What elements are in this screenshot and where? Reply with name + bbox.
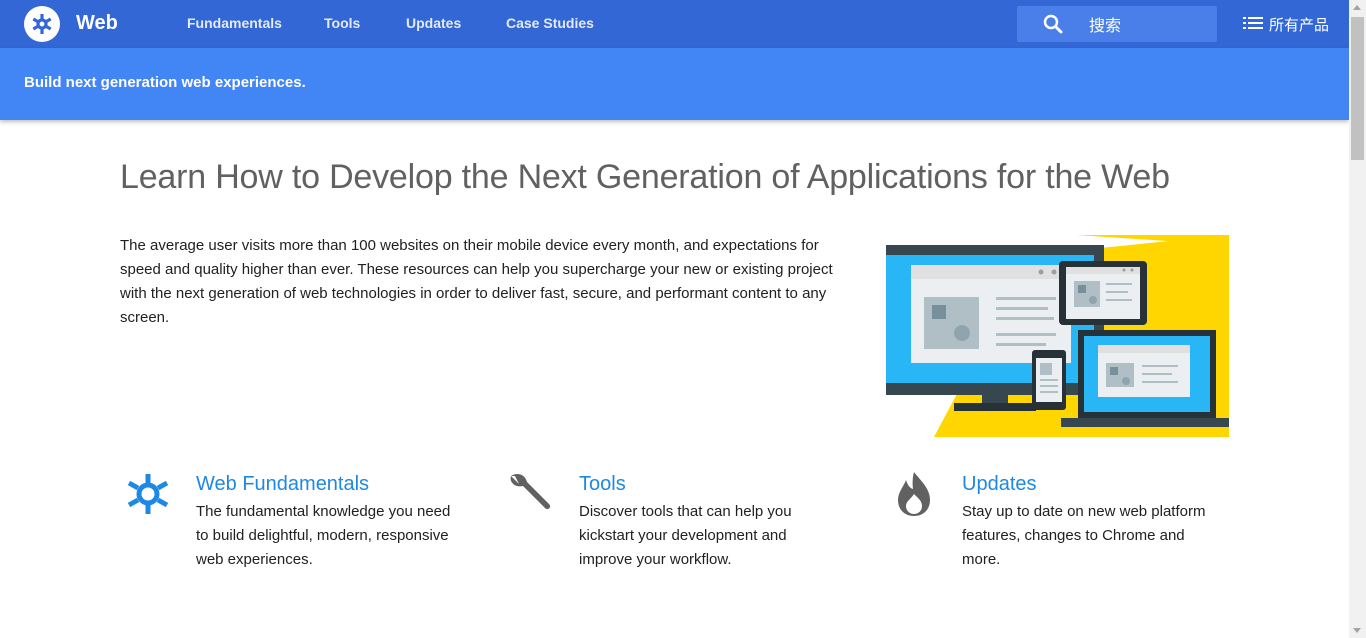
feature-description: The fundamental knowledge you need to bu…: [196, 503, 451, 568]
page: Web Fundamentals Tools Updates Case Stud…: [0, 0, 1366, 638]
all-products-label: 所有产品: [1269, 16, 1330, 34]
feature-description: Discover tools that can help you kicksta…: [579, 503, 792, 568]
flame-icon: [886, 470, 942, 525]
nav-fundamentals[interactable]: Fundamentals: [187, 15, 282, 31]
feature-title[interactable]: Tools: [579, 473, 626, 496]
page-title: Learn How to Develop the Next Generation…: [120, 158, 1170, 196]
site-brand[interactable]: Web: [76, 12, 118, 35]
scroll-down-icon[interactable]: [1353, 628, 1361, 633]
devices-illustration: [886, 235, 1229, 437]
top-app-bar: Web Fundamentals Tools Updates Case Stud…: [0, 0, 1349, 48]
search-input[interactable]: [1087, 12, 1211, 38]
vertical-scrollbar[interactable]: [1349, 0, 1366, 638]
asterisk-icon: [120, 470, 176, 525]
wrench-icon: [503, 470, 559, 525]
subheader-banner: Build next generation web experiences.: [0, 48, 1349, 120]
nav-tools[interactable]: Tools: [324, 15, 360, 31]
nav-case-studies[interactable]: Case Studies: [506, 15, 594, 31]
nav-updates[interactable]: Updates: [406, 15, 461, 31]
all-products-menu[interactable]: 所有产品: [1243, 14, 1329, 35]
intro-paragraph: The average user visits more than 100 we…: [120, 237, 833, 326]
scrollbar-thumb[interactable]: [1351, 17, 1364, 160]
search-box[interactable]: [1017, 6, 1217, 42]
tagline: Build next generation web experiences.: [24, 74, 306, 91]
feature-description: Stay up to date on new web platform feat…: [962, 503, 1206, 568]
menu-list-icon: [1243, 16, 1263, 34]
search-icon[interactable]: [1043, 14, 1063, 39]
feature-title[interactable]: Updates: [962, 473, 1037, 496]
web-logo-icon[interactable]: [24, 6, 60, 42]
feature-title[interactable]: Web Fundamentals: [196, 473, 369, 496]
scroll-up-icon[interactable]: [1353, 5, 1361, 10]
